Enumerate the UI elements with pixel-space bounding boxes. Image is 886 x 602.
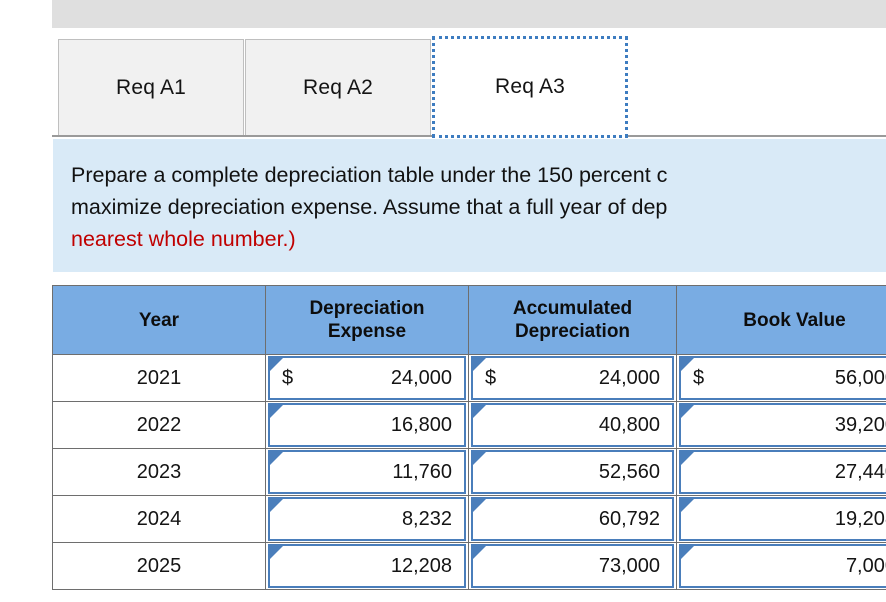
currency-symbol: $ [485, 366, 497, 389]
header-accumulated-depreciation-line1: Accumulated [512, 298, 633, 319]
input-book-value[interactable]: 39,200 [679, 403, 886, 447]
cell-corner-flag-icon [473, 452, 486, 465]
table-row: 2024 8,232 60,792 19,208 [52, 495, 886, 543]
cell-book-value[interactable]: $56,000 [676, 354, 886, 402]
value-depreciation-expense: 16,800 [390, 413, 452, 436]
value-book-value: 7,000 [845, 554, 886, 577]
cell-corner-flag-icon [473, 499, 486, 512]
cell-accumulated-depreciation[interactable]: 60,792 [468, 495, 677, 543]
tab-req-a1[interactable]: Req A1 [58, 39, 244, 135]
input-accumulated-depreciation[interactable]: 52,560 [471, 450, 674, 494]
currency-symbol: $ [693, 366, 705, 389]
cell-year: 2024 [52, 495, 266, 543]
header-depreciation-expense: Depreciation Expense [265, 285, 469, 355]
cell-year: 2022 [52, 401, 266, 449]
tab-req-a2-label: Req A2 [302, 75, 374, 99]
cell-year: 2023 [52, 448, 266, 496]
cell-accumulated-depreciation[interactable]: 40,800 [468, 401, 677, 449]
header-depreciation-expense-line2: Expense [327, 321, 407, 342]
instruction-rounding-note: nearest whole number.) [71, 227, 296, 251]
table-row: 2025 12,208 73,000 7,000 [52, 542, 886, 590]
cell-accumulated-depreciation[interactable]: 52,560 [468, 448, 677, 496]
input-book-value[interactable]: 7,000 [679, 544, 886, 588]
tab-req-a1-label: Req A1 [115, 75, 187, 99]
input-depreciation-expense[interactable]: $24,000 [268, 356, 466, 400]
value-book-value: 27,440 [834, 460, 886, 483]
value-accumulated-depreciation: 40,800 [598, 413, 660, 436]
cell-corner-flag-icon [681, 452, 694, 465]
tab-strip: Req A1 Req A2 Req A3 [52, 36, 886, 138]
input-accumulated-depreciation[interactable]: $24,000 [471, 356, 674, 400]
header-book-value-label: Book Value [743, 309, 846, 331]
input-depreciation-expense[interactable]: 12,208 [268, 544, 466, 588]
cell-corner-flag-icon [473, 546, 486, 559]
cell-corner-flag-icon [270, 405, 283, 418]
table-body: 2021$24,000$24,000$56,000202216,80040,80… [52, 354, 886, 590]
input-depreciation-expense[interactable]: 16,800 [268, 403, 466, 447]
table-row: 2023 11,760 52,560 27,440 [52, 448, 886, 496]
cell-corner-flag-icon [473, 405, 486, 418]
input-depreciation-expense[interactable]: 11,760 [268, 450, 466, 494]
cell-corner-flag-icon [270, 452, 283, 465]
header-year: Year [52, 285, 266, 355]
cell-book-value[interactable]: 39,200 [676, 401, 886, 449]
input-accumulated-depreciation[interactable]: 60,792 [471, 497, 674, 541]
header-book-value: Book Value [676, 285, 886, 355]
cell-corner-flag-icon [681, 499, 694, 512]
cell-book-value[interactable]: 7,000 [676, 542, 886, 590]
input-accumulated-depreciation[interactable]: 73,000 [471, 544, 674, 588]
table-row: 2021$24,000$24,000$56,000 [52, 354, 886, 402]
cell-corner-flag-icon [270, 499, 283, 512]
input-accumulated-depreciation[interactable]: 40,800 [471, 403, 674, 447]
value-depreciation-expense: 12,208 [390, 554, 452, 577]
header-accumulated-depreciation-line2: Depreciation [514, 321, 631, 342]
cell-corner-flag-icon [270, 546, 283, 559]
tab-req-a3[interactable]: Req A3 [432, 36, 628, 138]
value-accumulated-depreciation: 73,000 [598, 554, 660, 577]
tab-req-a2[interactable]: Req A2 [245, 39, 431, 135]
value-depreciation-expense: 11,760 [392, 460, 452, 483]
input-book-value[interactable]: 27,440 [679, 450, 886, 494]
cell-depreciation-expense[interactable]: 11,760 [265, 448, 469, 496]
table-header-row: Year Depreciation Expense Accumulated De… [52, 285, 886, 355]
value-book-value: 56,000 [834, 366, 886, 389]
top-toolbar-bar [52, 0, 886, 28]
value-accumulated-depreciation: 52,560 [598, 460, 660, 483]
instruction-line-2: maximize depreciation expense. Assume th… [71, 195, 668, 219]
cell-year: 2025 [52, 542, 266, 590]
value-depreciation-expense: 24,000 [390, 366, 452, 389]
depreciation-table: Year Depreciation Expense Accumulated De… [52, 285, 886, 590]
currency-symbol: $ [282, 366, 294, 389]
input-book-value[interactable]: 19,208 [679, 497, 886, 541]
value-accumulated-depreciation: 60,792 [598, 507, 660, 530]
value-book-value: 39,200 [834, 413, 886, 436]
instruction-line-1: Prepare a complete depreciation table un… [71, 163, 668, 187]
cell-book-value[interactable]: 19,208 [676, 495, 886, 543]
cell-depreciation-expense[interactable]: 16,800 [265, 401, 469, 449]
cell-corner-flag-icon [681, 405, 694, 418]
input-depreciation-expense[interactable]: 8,232 [268, 497, 466, 541]
value-depreciation-expense: 8,232 [401, 507, 452, 530]
cell-depreciation-expense[interactable]: $24,000 [265, 354, 469, 402]
instruction-banner: Prepare a complete depreciation table un… [53, 139, 886, 272]
tab-req-a3-label: Req A3 [494, 75, 566, 98]
cell-book-value[interactable]: 27,440 [676, 448, 886, 496]
instruction-text: Prepare a complete depreciation table un… [71, 159, 886, 255]
value-book-value: 19,208 [834, 507, 886, 530]
cell-accumulated-depreciation[interactable]: 73,000 [468, 542, 677, 590]
value-accumulated-depreciation: 24,000 [598, 366, 660, 389]
cell-depreciation-expense[interactable]: 8,232 [265, 495, 469, 543]
header-depreciation-expense-line1: Depreciation [309, 298, 425, 319]
table-row: 2022 16,800 40,800 39,200 [52, 401, 886, 449]
cell-corner-flag-icon [681, 546, 694, 559]
input-book-value[interactable]: $56,000 [679, 356, 886, 400]
header-accumulated-depreciation: Accumulated Depreciation [468, 285, 677, 355]
cell-depreciation-expense[interactable]: 12,208 [265, 542, 469, 590]
cell-year: 2021 [52, 354, 266, 402]
cell-accumulated-depreciation[interactable]: $24,000 [468, 354, 677, 402]
header-year-label: Year [138, 309, 180, 331]
